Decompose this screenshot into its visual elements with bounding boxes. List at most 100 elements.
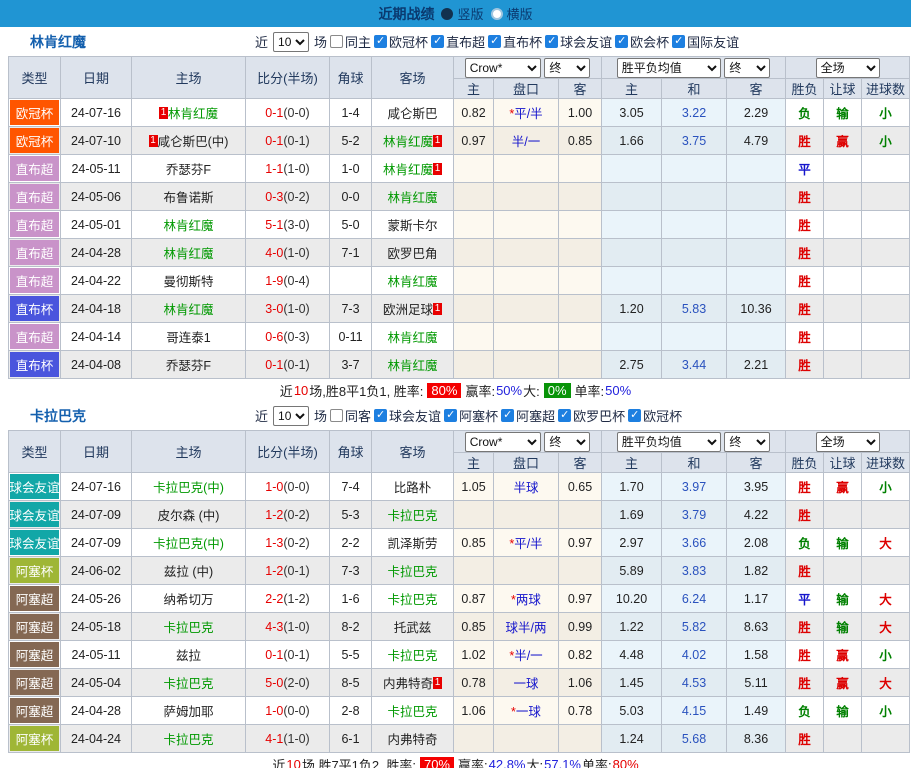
team-link: 内弗特奇: [383, 677, 433, 691]
odds-home-cell: [454, 183, 494, 211]
checkbox-icon[interactable]: [488, 35, 501, 48]
checkbox-icon[interactable]: [330, 35, 343, 48]
match-count-select[interactable]: 10: [273, 32, 309, 52]
league-badge: 球会友谊: [10, 474, 59, 499]
checkbox-icon[interactable]: [374, 35, 387, 48]
match-row: 阿塞超24-05-26纳希切万2-2(1-2)1-6卡拉巴克0.87*两球0.9…: [9, 585, 910, 613]
avg-stage-select[interactable]: 终: [724, 58, 770, 78]
date-cell: 24-07-09: [61, 529, 132, 557]
checkbox-icon[interactable]: [501, 409, 514, 422]
away-team-cell: 内弗特奇1: [372, 669, 454, 697]
match-row: 阿塞超24-04-28萨姆加耶1-0(0-0)2-8卡拉巴克1.06*一球0.7…: [9, 697, 910, 725]
red-card-badge: 1: [149, 135, 158, 147]
league-filter-checkbox[interactable]: 阿塞杯: [444, 406, 498, 425]
league-filter-checkbox[interactable]: 国际友谊: [672, 32, 739, 51]
same-venue-checkbox[interactable]: 同主: [330, 32, 371, 51]
scope-select[interactable]: 全场: [816, 432, 880, 452]
odds-company-select[interactable]: Crow*: [465, 432, 541, 452]
odds-stage-select[interactable]: 终: [544, 58, 590, 78]
team-link: 卡拉巴克: [387, 593, 437, 607]
date-cell: 24-05-18: [61, 613, 132, 641]
odds-away-cell: [559, 323, 602, 351]
league-filter-checkbox[interactable]: 欧罗巴杯: [558, 406, 625, 425]
avg-draw-cell: 3.79: [662, 501, 727, 529]
league-type-cell: 欧冠杯: [9, 99, 61, 127]
match-count-select[interactable]: 10: [273, 406, 309, 426]
odds-away-cell: [559, 351, 602, 379]
checkbox-icon[interactable]: [330, 409, 343, 422]
scope-select[interactable]: 全场: [816, 58, 880, 78]
league-badge: 欧冠杯: [10, 128, 59, 153]
odds-stage-select[interactable]: 终: [544, 432, 590, 452]
goals-result-cell: [862, 267, 910, 295]
league-filter-checkbox[interactable]: 球会友谊: [545, 32, 612, 51]
league-filter-checkbox[interactable]: 欧会杯: [615, 32, 669, 51]
checkbox-icon[interactable]: [558, 409, 571, 422]
checkbox-icon[interactable]: [615, 35, 628, 48]
odds-home-cell: 0.87: [454, 585, 494, 613]
red-card-badge: 1: [433, 303, 442, 315]
goals-result-cell: [862, 295, 910, 323]
radio-vertical-label: 竖版: [457, 4, 483, 23]
avg-metric-select[interactable]: 胜平负均值: [617, 432, 721, 452]
match-row: 阿塞超24-05-04卡拉巴克5-0(2-0)8-5内弗特奇10.78一球1.0…: [9, 669, 910, 697]
checkbox-icon[interactable]: [545, 35, 558, 48]
home-team-cell: 林肯红魔: [132, 295, 246, 323]
home-team-cell: 1咸仑斯巴(中): [132, 127, 246, 155]
away-team-cell: 托武兹: [372, 613, 454, 641]
date-cell: 24-04-22: [61, 267, 132, 295]
avg-stage-select[interactable]: 终: [724, 432, 770, 452]
league-filter-checkbox[interactable]: 阿塞超: [501, 406, 555, 425]
checkbox-icon[interactable]: [672, 35, 685, 48]
match-row: 球会友谊24-07-09皮尔森 (中)1-2(0-2)5-3卡拉巴克1.693.…: [9, 501, 910, 529]
team-link: 曼彻斯特: [163, 275, 213, 289]
score-cell: 4-3(1-0): [246, 613, 330, 641]
wdl-result-cell: 胜: [786, 127, 824, 155]
league-filter-checkbox[interactable]: 欧冠杯: [628, 406, 682, 425]
odds-away-cell: 0.99: [559, 613, 602, 641]
score-cell: 1-9(0-4): [246, 267, 330, 295]
handicap-result-cell: [824, 267, 862, 295]
corner-cell: 0-11: [330, 323, 372, 351]
layout-radio-horizontal[interactable]: 横版: [491, 4, 533, 23]
league-filter-checkbox[interactable]: 直布超: [431, 32, 485, 51]
league-filter-checkbox[interactable]: 直布杯: [488, 32, 542, 51]
col-type: 类型: [9, 57, 61, 99]
odds-line-cell: [494, 239, 559, 267]
odds-home-cell: [454, 557, 494, 585]
league-badge: 阿塞超: [10, 670, 59, 695]
wdl-result-cell: 胜: [786, 641, 824, 669]
col-away: 客场: [372, 57, 454, 99]
avg-draw-cell: [662, 155, 727, 183]
filter-prefix-label: 近: [255, 32, 268, 51]
checkbox-icon[interactable]: [374, 409, 387, 422]
checkbox-icon[interactable]: [444, 409, 457, 422]
league-label: 欧冠杯: [389, 32, 428, 51]
radio-checked-icon[interactable]: [441, 8, 453, 20]
col-odds-home: 主: [454, 79, 494, 99]
avg-draw-cell: 3.22: [662, 99, 727, 127]
odds-line-cell: [494, 295, 559, 323]
score-cell: 5-0(2-0): [246, 669, 330, 697]
summary-segment: 近: [280, 381, 293, 400]
league-filter-checkbox[interactable]: 球会友谊: [374, 406, 441, 425]
radio-unchecked-icon[interactable]: [491, 8, 503, 20]
avg-metric-select[interactable]: 胜平负均值: [617, 58, 721, 78]
checkbox-icon[interactable]: [628, 409, 641, 422]
checkbox-icon[interactable]: [431, 35, 444, 48]
odds-company-select[interactable]: Crow*: [465, 58, 541, 78]
score-cell: 0-6(0-3): [246, 323, 330, 351]
wdl-result-cell: 负: [786, 529, 824, 557]
league-filter-checkbox[interactable]: 欧冠杯: [374, 32, 428, 51]
match-row: 阿塞超24-05-18卡拉巴克4-3(1-0)8-2托武兹0.85球半/两0.9…: [9, 613, 910, 641]
avg-draw-cell: 4.53: [662, 669, 727, 697]
away-team-cell: 蒙斯卡尔: [372, 211, 454, 239]
home-team-cell: 卡拉巴克: [132, 613, 246, 641]
team-link: 卡拉巴克: [387, 705, 437, 719]
same-venue-checkbox[interactable]: 同客: [330, 406, 371, 425]
match-row: 直布杯24-04-08乔瑟芬F0-1(0-1)3-7林肯红魔2.753.442.…: [9, 351, 910, 379]
away-team-cell: 林肯红魔1: [372, 155, 454, 183]
corner-cell: 5-3: [330, 501, 372, 529]
date-cell: 24-07-10: [61, 127, 132, 155]
layout-radio-vertical[interactable]: 竖版: [441, 4, 483, 23]
